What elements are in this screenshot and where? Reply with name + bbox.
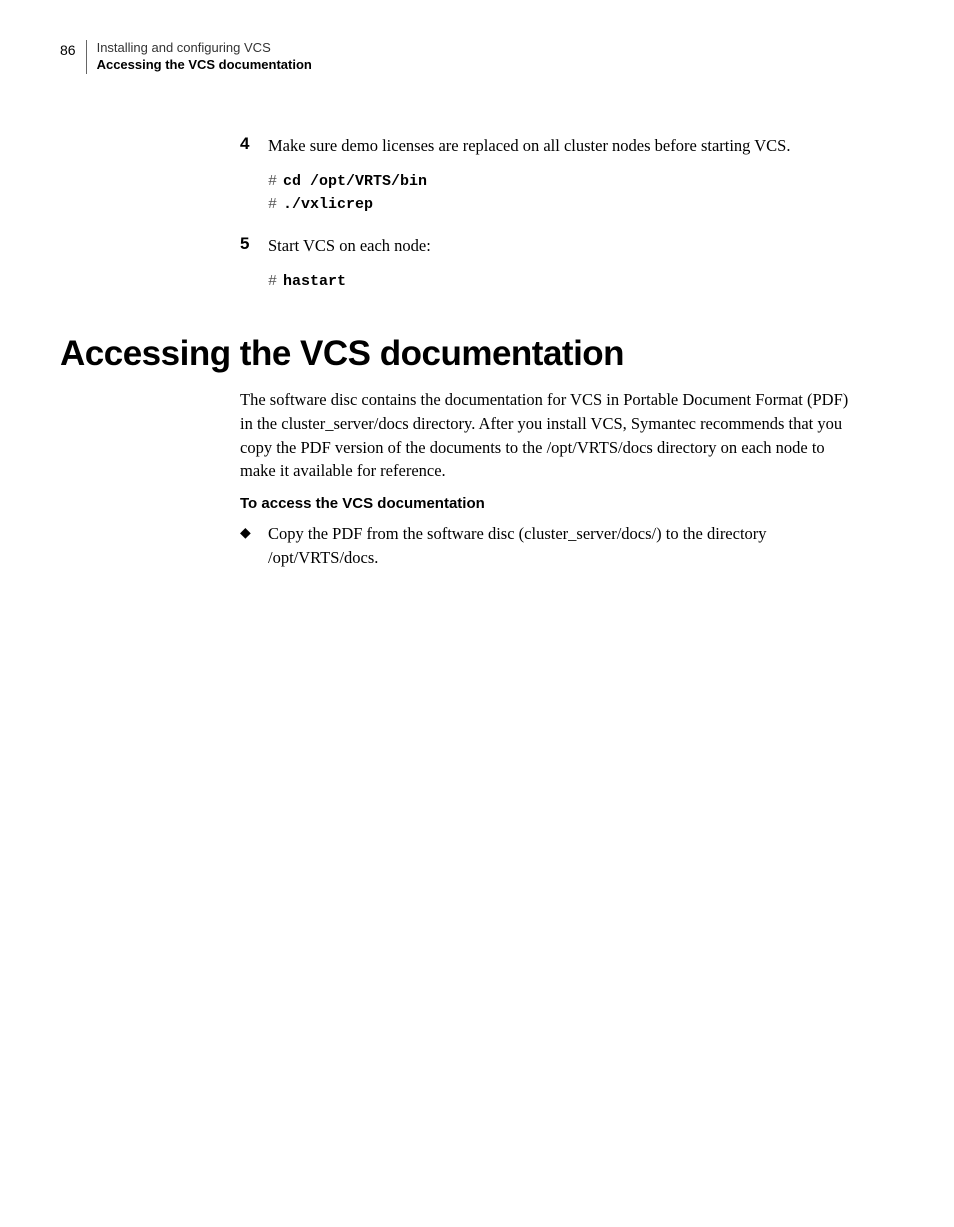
step-5-code: # hastart [268, 271, 854, 294]
prompt-icon: # [268, 273, 277, 290]
command-text: hastart [283, 273, 346, 290]
step-4-code: # cd /opt/VRTS/bin # ./vxlicrep [268, 171, 854, 216]
chapter-title: Installing and configuring VCS [97, 40, 312, 57]
command-text: ./vxlicrep [283, 196, 373, 213]
step-4-block: 4 Make sure demo licenses are replaced o… [240, 134, 854, 294]
header-divider [86, 40, 87, 74]
step-4-row: 4 Make sure demo licenses are replaced o… [240, 134, 854, 157]
step-4-text: Make sure demo licenses are replaced on … [268, 134, 854, 157]
bullet-text: Copy the PDF from the software disc (clu… [268, 522, 854, 570]
step-5-text: Start VCS on each node: [268, 234, 854, 257]
code-line: # hastart [268, 271, 854, 294]
page-header: 86 Installing and configuring VCS Access… [60, 40, 854, 74]
command-text: cd /opt/VRTS/bin [283, 173, 427, 190]
code-line: # cd /opt/VRTS/bin [268, 171, 854, 194]
code-line: # ./vxlicrep [268, 194, 854, 217]
step-5-number: 5 [240, 234, 268, 257]
prompt-icon: # [268, 173, 277, 190]
step-5-row: 5 Start VCS on each node: [240, 234, 854, 257]
bullet-row: ◆ Copy the PDF from the software disc (c… [240, 522, 854, 570]
diamond-bullet-icon: ◆ [240, 522, 268, 570]
step-4-number: 4 [240, 134, 268, 157]
header-section-title: Accessing the VCS documentation [97, 57, 312, 74]
section-paragraph: The software disc contains the documenta… [240, 388, 854, 484]
section-heading: Accessing the VCS documentation [60, 334, 854, 374]
page-number: 86 [60, 40, 86, 58]
header-text-block: Installing and configuring VCS Accessing… [97, 40, 312, 74]
sub-heading: To access the VCS documentation [240, 495, 854, 512]
prompt-icon: # [268, 196, 277, 213]
section-body: The software disc contains the documenta… [240, 388, 854, 571]
document-page: 86 Installing and configuring VCS Access… [0, 0, 954, 1227]
